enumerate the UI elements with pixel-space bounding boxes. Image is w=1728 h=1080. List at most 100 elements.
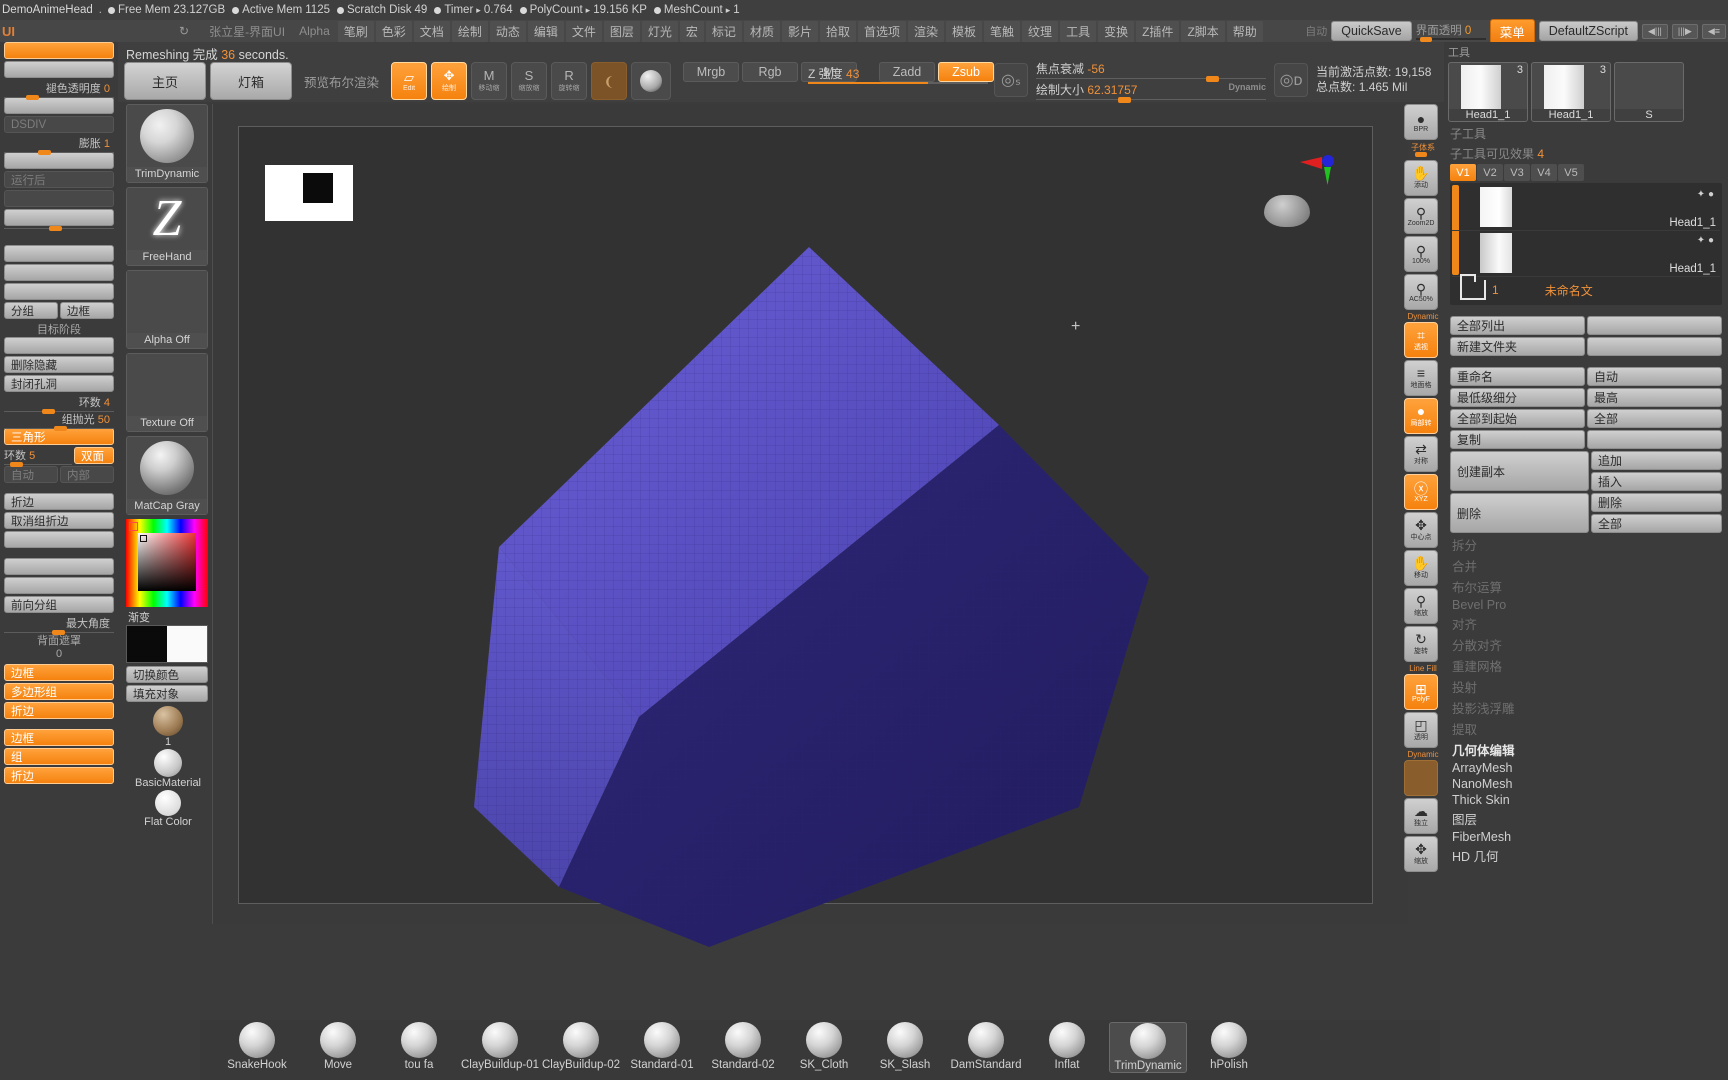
split-item[interactable]: 拆分 — [1452, 535, 1720, 554]
left-panel-button-39[interactable]: 边框 — [4, 729, 114, 746]
mrgb-button[interactable]: Mrgb — [683, 62, 740, 82]
rail-zoom2d-button[interactable]: ⚲ Zoom2D — [1404, 198, 1438, 234]
brush-preview-button[interactable]: ❨ — [591, 62, 628, 100]
axis-gizmo[interactable] — [1300, 153, 1346, 187]
brush-snakehook[interactable]: SnakeHook — [218, 1022, 296, 1071]
zadd-button[interactable]: Zadd — [879, 62, 936, 82]
bevel-pro-item[interactable]: Bevel Pro — [1452, 598, 1720, 612]
left-panel-pair-button-14-0[interactable]: 分组 — [4, 302, 58, 319]
left-panel-button-31[interactable]: 前向分组 — [4, 596, 114, 613]
vtab-v1[interactable]: V1 — [1450, 164, 1476, 181]
vtab-v4[interactable]: V4 — [1531, 164, 1557, 181]
zscript-button[interactable]: DefaultZScript — [1538, 21, 1638, 41]
menu-item-draw[interactable]: 绘制 — [451, 20, 488, 42]
material-preview-button[interactable] — [631, 62, 672, 100]
rail-actual-size-button[interactable]: ⚲ 100% — [1404, 236, 1438, 272]
menu-item-alpha[interactable]: Alpha — [293, 22, 336, 40]
scroll-right-icon[interactable]: |||▶ — [1671, 23, 1698, 39]
menu-item-dynamics[interactable]: 动态 — [489, 20, 526, 42]
menu-item-material[interactable]: 材质 — [743, 20, 780, 42]
left-panel-button-4[interactable]: DSDIV — [4, 116, 114, 133]
left-panel-button-29[interactable] — [4, 558, 114, 575]
flat-color-icon[interactable] — [155, 790, 181, 816]
menu-item-layer[interactable]: 图层 — [603, 20, 640, 42]
left-panel-double-button[interactable]: 双面 — [74, 447, 114, 464]
brush-claybuildup-02[interactable]: ClayBuildup-02 — [542, 1022, 620, 1071]
tool-thumb-0[interactable]: 3 Head1_1 — [1448, 62, 1528, 122]
copy-button[interactable]: 复制 — [1450, 430, 1585, 449]
folder-row[interactable]: 1 未命名文 — [1460, 274, 1712, 300]
expand-arrow-icon[interactable]: ▸ — [586, 5, 591, 16]
menu-item-marker[interactable]: 标记 — [705, 20, 742, 42]
highest-subdiv-button[interactable]: 最高 — [1587, 388, 1722, 407]
home-button[interactable]: 主页 — [124, 62, 206, 100]
menu-item-macro[interactable]: 宏 — [679, 20, 704, 42]
brush-sk-slash[interactable]: SK_Slash — [866, 1022, 944, 1071]
menu-item-render[interactable]: 渲染 — [908, 20, 945, 42]
expand-arrow-icon[interactable]: ▸ — [726, 5, 731, 16]
draw-button[interactable]: ✥ 绘制 — [431, 62, 468, 100]
hd-geometry-item[interactable]: HD 几何 — [1452, 846, 1720, 865]
lightbox-button[interactable]: 灯箱 — [210, 62, 292, 100]
left-panel-button-27[interactable] — [4, 531, 114, 548]
basic-material-ball-icon[interactable] — [153, 706, 183, 736]
ui-transparency-slider[interactable]: 界面透明 0 — [1415, 22, 1486, 42]
brush-inflat[interactable]: Inflat — [1028, 1022, 1106, 1071]
rail-solo-button[interactable]: ☁ 独立 — [1404, 798, 1438, 834]
geometry-edit-item[interactable]: 几何体编辑 — [1452, 740, 1720, 759]
brush-standard-02[interactable]: Standard-02 — [704, 1022, 782, 1071]
zsub-button[interactable]: Zsub — [938, 62, 995, 82]
new-folder-button[interactable]: 新建文件夹 — [1450, 337, 1585, 356]
visibility-eye-icon[interactable]: ✦ ● — [1697, 189, 1714, 200]
menu-item-help[interactable]: 帮助 — [1226, 20, 1263, 42]
canvas-area[interactable]: + — [238, 126, 1373, 947]
quicksave-button[interactable]: QuickSave — [1331, 21, 1412, 41]
brush-trimdynamic[interactable]: TrimDynamic — [1109, 1022, 1187, 1073]
left-panel-button-16[interactable] — [4, 337, 114, 354]
auto-button[interactable]: 自动 — [1587, 367, 1722, 386]
rail-move-view-button[interactable]: ✋ 添动 — [1404, 160, 1438, 196]
color-picker[interactable] — [126, 519, 208, 607]
visibility-eye-icon[interactable]: ✦ ● — [1697, 235, 1714, 246]
left-panel-button-9[interactable] — [4, 209, 114, 226]
slider-track[interactable] — [4, 462, 72, 467]
lowest-subdiv-button[interactable]: 最低级细分 — [1450, 388, 1585, 407]
color-swatches[interactable] — [126, 625, 208, 663]
expand-arrow-icon[interactable]: ▸ — [476, 5, 481, 16]
switch-color-button[interactable]: 切换颜色 — [126, 666, 208, 683]
left-panel-button-3[interactable] — [4, 97, 114, 114]
copy-extra-button[interactable] — [1587, 430, 1722, 449]
slider-track[interactable] — [4, 150, 114, 155]
list-all-extra-button[interactable] — [1587, 316, 1722, 335]
dynamic-label[interactable]: Dynamic — [1228, 82, 1266, 92]
left-panel-pair-button-14-1[interactable]: 边框 — [60, 302, 114, 319]
reload-icon[interactable]: ↻ — [179, 24, 189, 38]
saturation-value-area[interactable] — [138, 533, 196, 591]
left-panel-slider-32[interactable]: 最大角度 — [4, 615, 114, 635]
slider-knob[interactable] — [49, 226, 62, 231]
left-panel-button-18[interactable]: 封闭孔洞 — [4, 375, 114, 392]
vtab-v5[interactable]: V5 — [1558, 164, 1584, 181]
left-panel-button-26[interactable]: 取消组折边 — [4, 512, 114, 529]
scroll-more-icon[interactable]: ◀≡ — [1701, 23, 1726, 39]
stroke-selector[interactable]: Z FreeHand — [126, 187, 208, 266]
z-intensity-slider[interactable]: Z 强度 43 — [808, 67, 988, 84]
tool-thumb-1[interactable]: 3 Head1_1 — [1531, 62, 1611, 122]
left-panel-button-1[interactable] — [4, 61, 114, 78]
left-panel-button-17[interactable]: 删除隐藏 — [4, 356, 114, 373]
slider-knob[interactable] — [54, 426, 67, 431]
menu-item-brush[interactable]: 笔刷 — [337, 20, 374, 42]
rail-bpr-render-button[interactable]: ● BPR — [1404, 104, 1438, 140]
rename-button[interactable]: 重命名 — [1450, 367, 1585, 386]
project-item[interactable]: 投射 — [1452, 677, 1720, 696]
slider-track[interactable] — [4, 226, 114, 231]
menu-toggle-button[interactable]: 菜单 — [1489, 18, 1535, 44]
basic-material-icon[interactable] — [154, 749, 182, 777]
rail-aa-half-button[interactable]: ⚲ AC50% — [1404, 274, 1438, 310]
draw-size-s-icon[interactable]: ◎ₛ — [994, 63, 1028, 97]
list-all-button[interactable]: 全部列出 — [1450, 316, 1585, 335]
sculpted-box-mesh[interactable] — [379, 247, 1169, 947]
slider-track[interactable] — [4, 95, 114, 100]
left-panel-button-12[interactable] — [4, 264, 114, 281]
align-item[interactable]: 对齐 — [1452, 614, 1720, 633]
